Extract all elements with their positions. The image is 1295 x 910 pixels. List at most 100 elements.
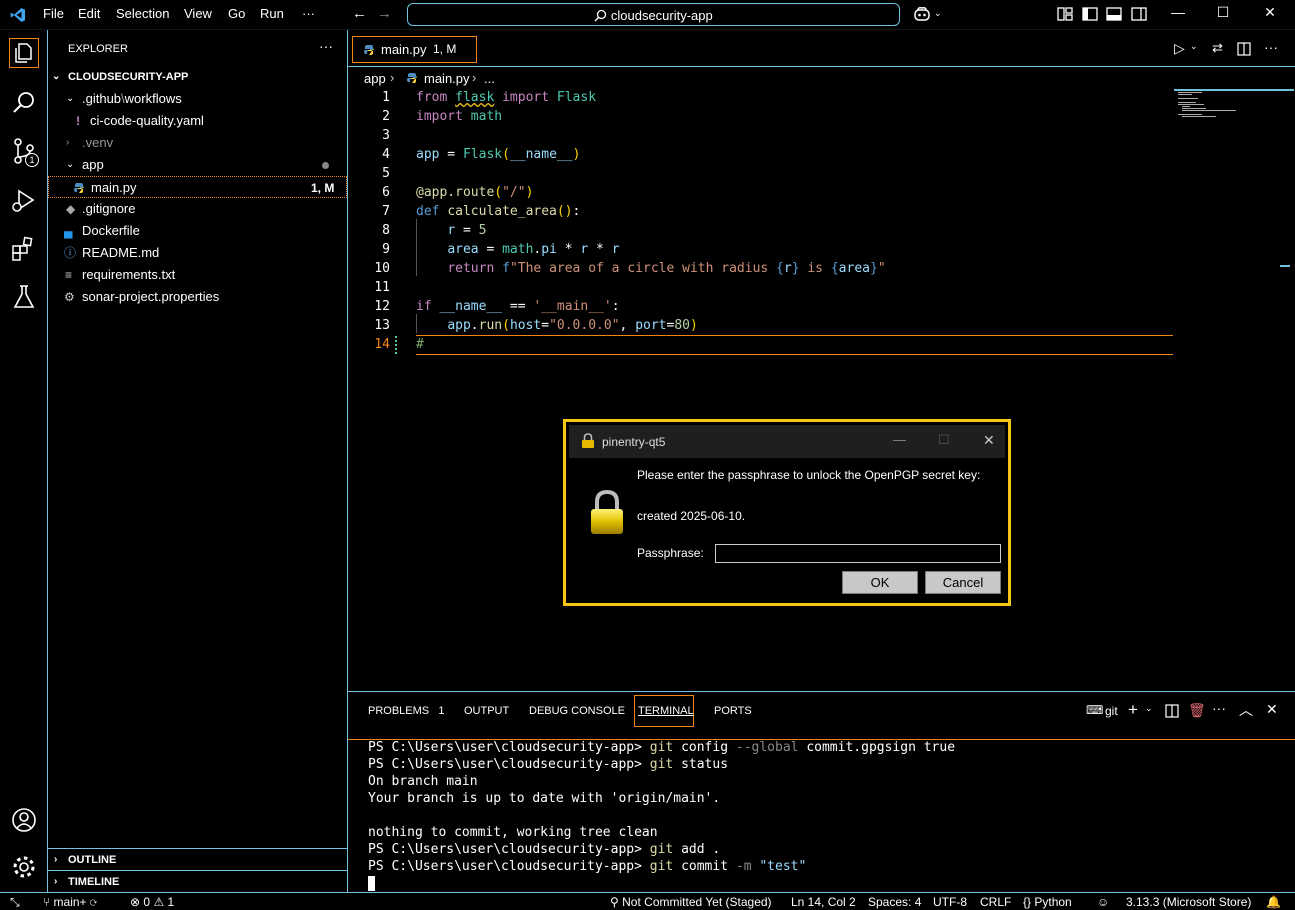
terminal-line: PS C:\Users\user\cloudsecurity-app> git … — [368, 740, 956, 755]
menu-go[interactable]: Go — [228, 6, 245, 21]
terminal[interactable]: PS C:\Users\user\cloudsecurity-app> git … — [348, 740, 1295, 892]
code-line-8: r = 5 — [447, 223, 487, 238]
compare-changes-icon[interactable]: ⇄ — [1212, 40, 1223, 56]
more-actions-icon[interactable]: ··· — [1212, 700, 1226, 716]
menu-selection[interactable]: Selection — [116, 6, 169, 21]
tab-ports[interactable]: PORTS — [714, 705, 752, 717]
remote-icon[interactable]: ⤡ — [10, 895, 20, 910]
copilot-status-icon[interactable]: ☺ — [1097, 895, 1109, 909]
minimize-button[interactable]: — — [1163, 4, 1193, 24]
file-status: 1, M — [311, 181, 335, 195]
tree-item-dockerfile[interactable]: ▄ Dockerfile — [48, 220, 347, 242]
breadcrumb-more[interactable]: ... — [484, 71, 495, 86]
breadcrumb-app[interactable]: app — [364, 71, 386, 86]
chevron-down-icon[interactable]: ⌄ — [1190, 41, 1198, 52]
problems-indicator[interactable]: ⊗ 0 ⚠ 1 — [130, 895, 174, 909]
tab-output[interactable]: OUTPUT — [464, 705, 509, 717]
split-editor-icon[interactable] — [1237, 42, 1251, 56]
cancel-button[interactable]: Cancel — [925, 571, 1001, 594]
minimap[interactable] — [1174, 89, 1294, 119]
tab-terminal[interactable]: TERMINAL — [634, 695, 694, 727]
more-actions-icon[interactable]: ··· — [319, 38, 333, 54]
menu-more[interactable]: ··· — [302, 6, 315, 21]
search-activity[interactable] — [9, 88, 39, 118]
forward-arrow-icon[interactable]: → — [377, 5, 392, 22]
extensions-activity[interactable] — [9, 234, 39, 264]
back-arrow-icon[interactable]: ← — [352, 5, 367, 22]
command-center-search[interactable]: cloudsecurity-app — [407, 3, 900, 26]
testing-activity[interactable] — [9, 282, 39, 312]
search-icon — [594, 9, 607, 22]
git-blame-indicator[interactable]: ⚲ Not Committed Yet (Staged) — [610, 895, 772, 909]
breadcrumb-main-py[interactable]: main.py — [424, 71, 470, 86]
terminal-name[interactable]: git — [1105, 704, 1118, 718]
outline-section[interactable]: › OUTLINE — [48, 848, 347, 870]
code-line-10: return f"The area of a circle with radiu… — [447, 261, 886, 276]
toggle-primary-sidebar-icon[interactable] — [1081, 5, 1099, 23]
explorer-activity[interactable] — [9, 38, 39, 68]
accounts-activity[interactable] — [9, 805, 39, 835]
split-terminal-icon[interactable] — [1165, 704, 1179, 718]
tree-item-requirements[interactable]: ≡ requirements.txt — [48, 264, 347, 286]
menu-edit[interactable]: Edit — [78, 6, 100, 21]
branch-icon: ⑂ — [43, 895, 51, 909]
language-mode[interactable]: {} Python — [1023, 895, 1072, 909]
tree-item-gitignore[interactable]: ◆ .gitignore — [48, 198, 347, 220]
maximize-button[interactable]: ☐ — [1208, 4, 1238, 24]
run-file-icon[interactable]: ▷ — [1174, 40, 1185, 57]
tree-item-github-workflows[interactable]: ⌄ .github\workflows — [48, 88, 347, 110]
copilot-icon[interactable] — [913, 5, 931, 23]
tab-debug-console[interactable]: DEBUG CONSOLE — [529, 705, 625, 717]
tree-item-ci-yaml[interactable]: ! ci-code-quality.yaml — [48, 110, 347, 132]
files-icon — [15, 43, 32, 63]
docker-icon: ▄ — [64, 224, 73, 238]
dialog-message: Please enter the passphrase to unlock th… — [637, 468, 981, 482]
toggle-panel-icon[interactable] — [1105, 5, 1123, 23]
manage-activity[interactable] — [9, 852, 39, 882]
scrollbar-thumb[interactable] — [1280, 265, 1290, 267]
indentation[interactable]: Spaces: 4 — [868, 895, 921, 909]
status-bar: ⤡ ⑂ main+ ⟳ ⊗ 0 ⚠ 1 ⚲ Not Committed Yet … — [0, 892, 1295, 910]
menu-file[interactable]: File — [43, 6, 64, 21]
chevron-down-icon[interactable]: ⌄ — [1145, 703, 1153, 714]
add-terminal-icon[interactable]: + — [1128, 700, 1138, 720]
close-window-button[interactable]: ✕ — [1255, 4, 1285, 24]
layout-customize-icon[interactable] — [1056, 5, 1074, 23]
tree-item-main-py[interactable]: main.py 1, M — [48, 176, 347, 198]
extensions-icon — [12, 236, 33, 261]
toggle-secondary-sidebar-icon[interactable] — [1130, 5, 1148, 23]
branch-indicator[interactable]: ⑂ main+ ⟳ — [43, 895, 97, 909]
tree-item-venv[interactable]: › .venv — [48, 132, 347, 154]
ok-button[interactable]: OK — [842, 571, 918, 594]
encoding[interactable]: UTF-8 — [933, 895, 967, 909]
maximize-panel-icon[interactable]: ︿ — [1239, 700, 1253, 720]
menu-view[interactable]: View — [184, 6, 212, 21]
vscode-logo-icon[interactable] — [10, 7, 26, 23]
code-line-9: area = math.pi * r * r — [447, 242, 620, 257]
source-control-activity[interactable]: 1 — [9, 136, 39, 167]
line-ending[interactable]: CRLF — [980, 895, 1011, 909]
passphrase-input[interactable] — [715, 544, 1001, 563]
bell-icon[interactable]: 🔔 — [1266, 895, 1281, 909]
dialog-minimize-button[interactable]: — — [893, 432, 906, 447]
dialog-maximize-button[interactable]: ☐ — [938, 432, 950, 448]
tree-item-sonar[interactable]: ⚙ sonar-project.properties — [48, 286, 347, 308]
indent-guide — [416, 219, 417, 276]
tree-item-readme[interactable]: ⓘ README.md — [48, 242, 347, 264]
tab-main-py[interactable]: main.py 1, M — [352, 36, 477, 63]
more-actions-icon[interactable]: ··· — [1264, 39, 1278, 55]
python-interpreter[interactable]: 3.13.3 (Microsoft Store) — [1126, 895, 1251, 909]
tab-problems[interactable]: PROBLEMS 1 — [368, 705, 444, 717]
run-debug-activity[interactable] — [9, 186, 39, 216]
workspace-root[interactable]: ⌄ CLOUDSECURITY-APP — [48, 66, 347, 88]
line-number: 5 — [382, 166, 390, 181]
dialog-close-button[interactable]: ✕ — [983, 432, 995, 449]
yaml-file-icon: ! — [76, 114, 80, 128]
close-panel-icon[interactable]: ✕ — [1266, 701, 1278, 718]
chevron-down-icon[interactable]: ⌄ — [934, 8, 942, 19]
menu-run[interactable]: Run — [260, 6, 284, 21]
cursor-position[interactable]: Ln 14, Col 2 — [791, 895, 856, 909]
tree-item-app[interactable]: ⌄ app — [48, 154, 347, 176]
trash-icon[interactable]: 🗑 — [1188, 702, 1206, 719]
timeline-section[interactable]: › TIMELINE — [48, 870, 347, 892]
